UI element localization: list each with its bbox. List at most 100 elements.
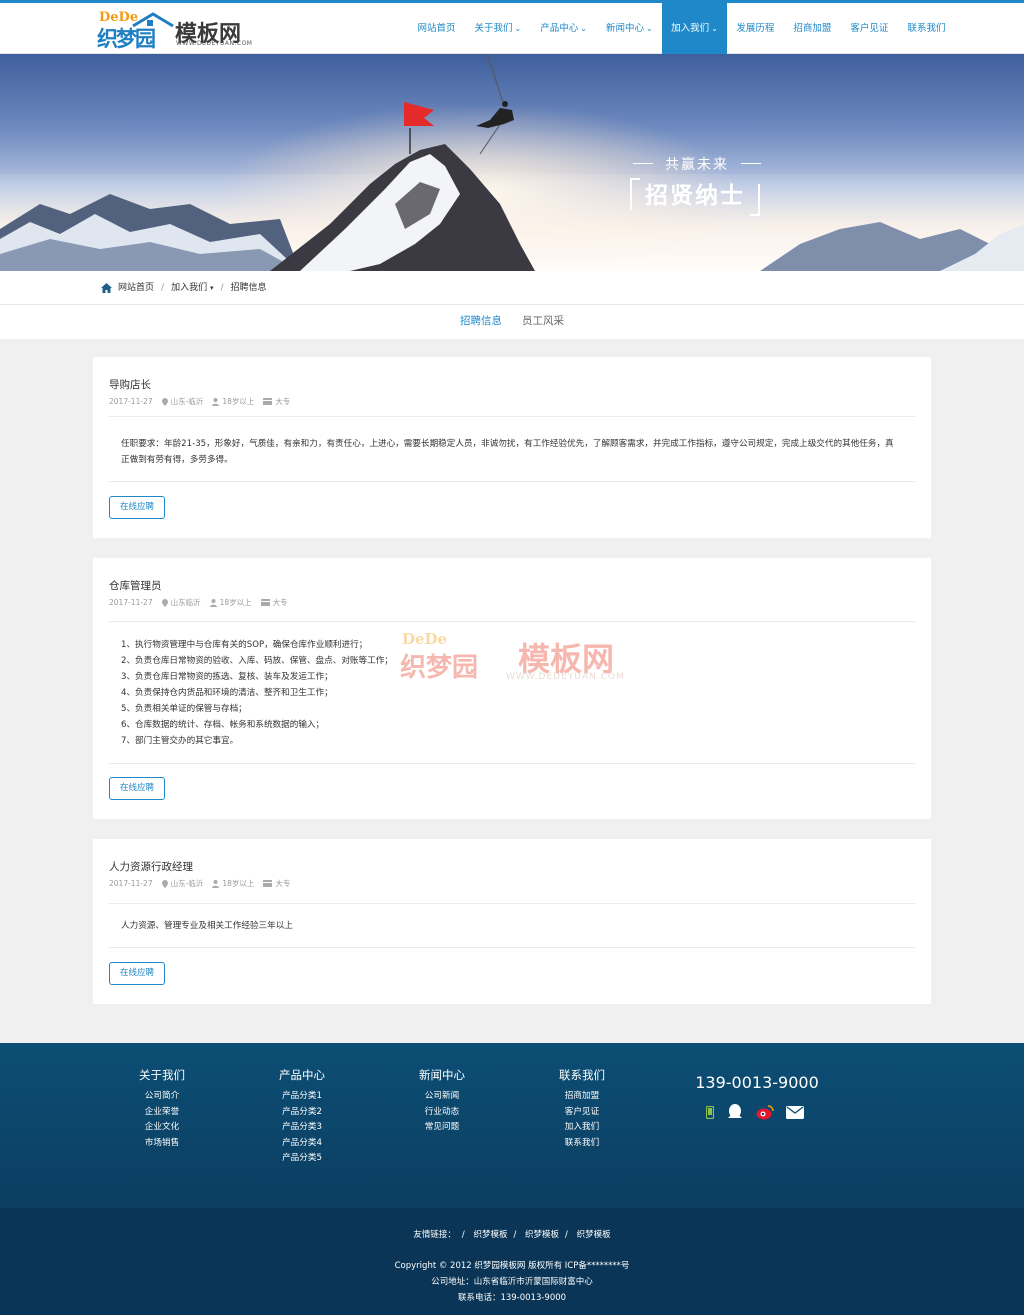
footer-link[interactable]: 产品分类1: [252, 1089, 352, 1105]
footer-link[interactable]: 企业荣誉: [112, 1105, 212, 1121]
nav-item[interactable]: 加入我们 ⌄: [662, 3, 727, 54]
footer-link[interactable]: 公司新闻: [392, 1089, 492, 1105]
location-pin-icon: [161, 397, 168, 406]
job-title[interactable]: 人力资源行政经理: [109, 859, 193, 874]
card-icon: [263, 398, 273, 405]
job-education: 大专: [263, 396, 290, 407]
weibo-icon[interactable]: [756, 1104, 774, 1120]
mail-icon[interactable]: [786, 1105, 804, 1119]
job-meta: 2017-11-27 山东-临沂 18岁以上 大专: [109, 878, 299, 889]
hero-banner: 共赢未来 招贤纳士: [0, 54, 1024, 271]
qq-icon[interactable]: [726, 1103, 744, 1121]
footer-column-title[interactable]: 新闻中心: [392, 1067, 492, 1083]
nav-item[interactable]: 关于我们 ⌄: [465, 3, 531, 54]
subnav-tab-recruitment[interactable]: 招聘信息: [460, 305, 502, 339]
location-pin-icon: [161, 598, 168, 607]
chevron-down-icon: ⌄: [580, 24, 587, 33]
chevron-down-icon: ⌄: [711, 24, 718, 33]
breadcrumb-separator: /: [161, 283, 165, 293]
breadcrumb-parent[interactable]: 加入我们 ▾: [171, 271, 213, 305]
nav-item[interactable]: 客户见证: [841, 3, 898, 54]
copyright-bar: 友情链接： / 织梦模板 / 织梦模板 / 织梦模板 Copyright © 2012…: [0, 1208, 1024, 1315]
footer-link[interactable]: 产品分类5: [252, 1151, 352, 1167]
mobile-icon[interactable]: [706, 1105, 714, 1119]
footer-link[interactable]: 行业动态: [392, 1105, 492, 1121]
divider: [109, 481, 915, 482]
job-description: 人力资源、管理专业及相关工作经验三年以上: [121, 921, 293, 931]
main-nav: 网站首页 关于我们 ⌄ 产品中心 ⌄ 新闻中心 ⌄ 加入我们 ⌄ 发展历程 招商加盟 客户见证 联系我们: [408, 3, 955, 54]
nav-item-label: 联系我们: [907, 23, 946, 34]
footer-link[interactable]: 客户见证: [532, 1105, 632, 1121]
nav-item[interactable]: 网站首页: [408, 3, 465, 54]
job-date: 2017-11-27: [109, 879, 153, 888]
footer-column-news: 新闻中心 公司新闻 行业动态 常见问题: [392, 1067, 492, 1136]
site-header: DeDe 织梦园 模板网 WWW.DEDEYUAN.COM 网站首页 关于我们 ⌄ 产…: [0, 0, 1024, 54]
job-education: 大专: [263, 878, 290, 889]
card-icon: [260, 599, 270, 606]
watermark-dede: DeDe: [402, 630, 448, 648]
nav-item-label: 产品中心: [540, 23, 579, 34]
footer-link[interactable]: 招商加盟: [532, 1089, 632, 1105]
banner-slogan-small: 共赢未来: [633, 154, 761, 174]
footer-link[interactable]: 产品分类3: [252, 1120, 352, 1136]
apply-online-button[interactable]: 在线应聘: [109, 777, 165, 800]
footer-link[interactable]: 产品分类4: [252, 1136, 352, 1152]
job-location: 山东临沂: [161, 597, 201, 608]
footer-link[interactable]: 联系我们: [532, 1136, 632, 1152]
caret-down-icon: ▾: [209, 284, 214, 292]
location-pin-icon: [161, 879, 168, 888]
apply-online-button[interactable]: 在线应聘: [109, 962, 165, 985]
footer-link[interactable]: 企业文化: [112, 1120, 212, 1136]
footer-column-about: 关于我们 公司简介 企业荣誉 企业文化 市场销售: [112, 1067, 212, 1151]
site-logo[interactable]: DeDe 织梦园 模板网 WWW.DEDEYUAN.COM: [97, 10, 252, 51]
user-icon: [212, 397, 220, 406]
breadcrumb-separator: /: [220, 283, 224, 293]
footer-link[interactable]: 市场销售: [112, 1136, 212, 1152]
nav-item-label: 招商加盟: [793, 23, 832, 34]
user-icon: [209, 598, 217, 607]
footer-column-title[interactable]: 产品中心: [252, 1067, 352, 1083]
footer-link[interactable]: 公司简介: [112, 1089, 212, 1105]
nav-item-label: 发展历程: [736, 23, 775, 34]
job-title[interactable]: 仓库管理员: [109, 578, 162, 593]
job-duty-line: 6、仓库数据的统计、存档、帐务和系统数据的输入；: [121, 720, 325, 730]
job-title[interactable]: 导购店长: [109, 377, 151, 392]
footer-column-contact: 联系我们 招商加盟 客户见证 加入我们 联系我们: [532, 1067, 632, 1151]
divider: [109, 903, 915, 904]
nav-item[interactable]: 招商加盟: [784, 3, 841, 54]
footer-column-title[interactable]: 关于我们: [112, 1067, 212, 1083]
friend-link[interactable]: 织梦模板: [525, 1230, 559, 1240]
breadcrumb-home[interactable]: 网站首页: [118, 271, 154, 305]
nav-item-label: 新闻中心: [605, 23, 644, 34]
job-date: 2017-11-27: [109, 397, 153, 406]
divider: [109, 763, 915, 764]
friend-link[interactable]: 织梦模板: [577, 1230, 611, 1240]
sub-navigation: 招聘信息 员工风采: [0, 305, 1024, 339]
footer-link[interactable]: 常见问题: [392, 1120, 492, 1136]
nav-item[interactable]: 发展历程: [727, 3, 784, 54]
watermark-logo: DeDe 织梦园 模板网 WWW.DEDEYUAN.COM: [400, 630, 640, 690]
nav-item-label: 关于我们: [474, 23, 513, 34]
divider: [109, 621, 915, 622]
company-address: 公司地址：山东省临沂市沂蒙国际财富中心: [431, 1277, 593, 1287]
friend-link[interactable]: 织梦模板: [473, 1230, 507, 1240]
nav-item[interactable]: 产品中心 ⌄: [531, 3, 597, 54]
job-education: 大专: [260, 597, 288, 608]
nav-item[interactable]: 新闻中心 ⌄: [596, 3, 662, 54]
user-icon: [212, 879, 220, 888]
watermark-url: WWW.DEDEYUAN.COM: [506, 672, 625, 682]
job-duty-line: 7、部门主管交办的其它事宜。: [121, 736, 239, 746]
nav-item-label: 加入我们: [671, 23, 710, 34]
job-description: 任职要求：年龄21-35，形象好，气质佳，有亲和力，有责任心，上进心，需要长期稳…: [121, 439, 894, 465]
breadcrumb-current: 招聘信息: [230, 283, 267, 293]
job-location: 山东-临沂: [161, 396, 203, 407]
footer-column-title[interactable]: 联系我们: [532, 1067, 632, 1083]
friend-links: 友情链接： / 织梦模板 / 织梦模板 / 织梦模板: [413, 1230, 611, 1240]
footer-link[interactable]: 加入我们: [532, 1120, 632, 1136]
banner-slogan-big: 招贤纳士: [630, 176, 760, 216]
copyright-text: Copyright © 2012 织梦园模板网 版权所有 ICP备*******…: [394, 1261, 630, 1271]
footer-link[interactable]: 产品分类2: [252, 1105, 352, 1121]
nav-item[interactable]: 联系我们: [898, 3, 955, 54]
subnav-tab-staff[interactable]: 员工风采: [522, 305, 564, 339]
apply-online-button[interactable]: 在线应聘: [109, 496, 165, 519]
